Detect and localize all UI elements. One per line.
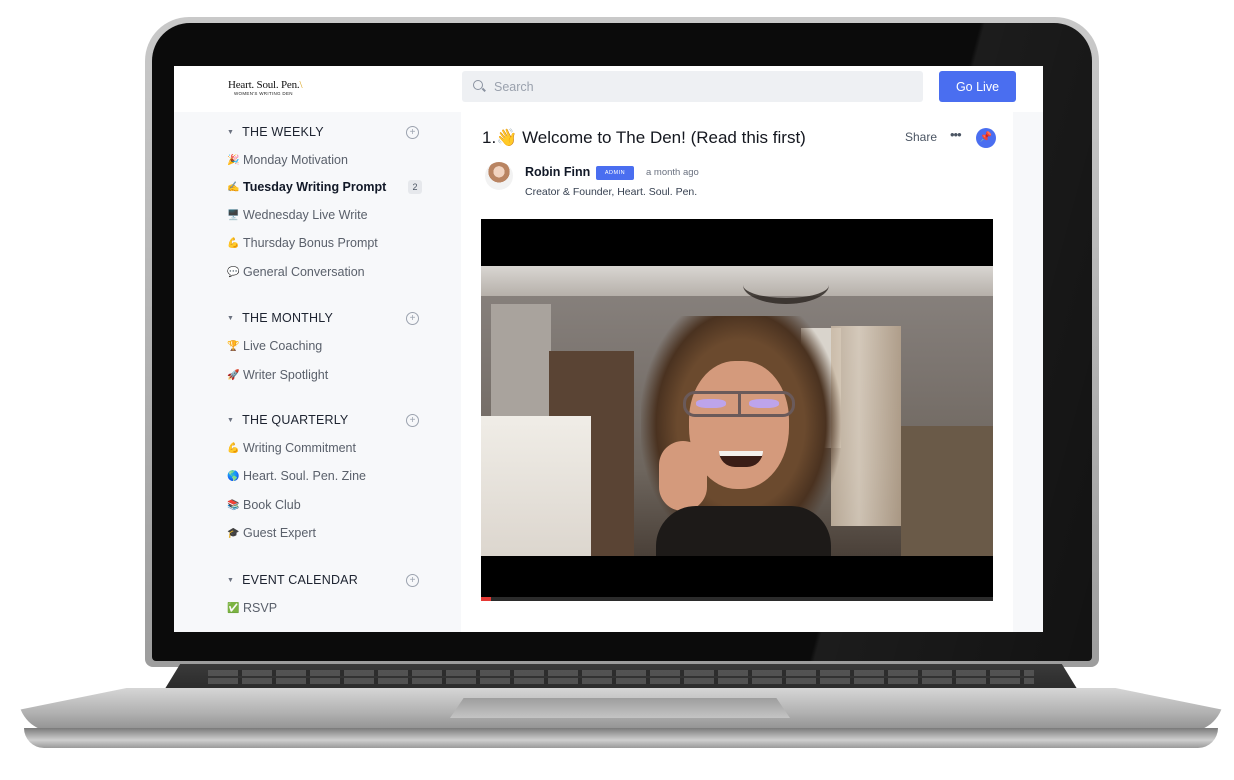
avatar[interactable] (485, 162, 513, 190)
sidebar-item-label: Tuesday Writing Prompt (243, 180, 387, 194)
glasses-lens (749, 399, 779, 408)
sidebar-item-tuesday-writing-prompt[interactable]: ✍️ Tuesday Writing Prompt (227, 178, 427, 196)
sidebar-item-general-conversation[interactable]: 💬 General Conversation (227, 263, 427, 281)
section-title: THE MONTHLY (242, 311, 334, 325)
sidebar-item-guest-expert[interactable]: 🎓 Guest Expert (227, 524, 427, 542)
sidebar-item-label: Guest Expert (243, 526, 316, 540)
plus-circle-icon[interactable]: + (406, 312, 419, 325)
logo[interactable]: Heart. Soul. Pen.\ WOMEN'S WRITING DEN (228, 80, 338, 102)
author-role: Creator & Founder, Heart. Soul. Pen. (525, 186, 698, 198)
logo-pen-icon: \ (299, 79, 303, 91)
sidebar-item-label: Monday Motivation (243, 153, 348, 167)
trackpad (450, 698, 790, 718)
sidebar-item-zine[interactable]: 🌎 Heart. Soul. Pen. Zine (227, 467, 427, 485)
section-title: EVENT CALENDAR (242, 573, 358, 587)
writing-hand-icon: ✍️ (227, 181, 240, 193)
section-title: THE WEEKLY (242, 125, 324, 139)
sidebar-item-live-coaching[interactable]: 🏆 Live Coaching (227, 337, 427, 355)
sidebar-item-book-club[interactable]: 📚 Book Club (227, 496, 427, 514)
post-timestamp: a month ago (646, 167, 699, 178)
graduation-cap-icon: 🎓 (227, 527, 240, 539)
caret-down-icon: ▼ (227, 314, 235, 322)
video-progress-bar[interactable] (481, 597, 993, 601)
flexed-biceps-icon: 💪 (227, 442, 240, 454)
section-header-quarterly[interactable]: ▼ THE QUARTERLY (227, 412, 427, 428)
sidebar-item-label: Heart. Soul. Pen. Zine (243, 469, 366, 483)
section-header-monthly[interactable]: ▼ THE MONTHLY (227, 310, 427, 326)
caret-down-icon: ▼ (227, 576, 235, 584)
logo-subtitle: WOMEN'S WRITING DEN (234, 91, 293, 96)
sidebar-item-thursday-bonus-prompt[interactable]: 💪 Thursday Bonus Prompt (227, 234, 427, 252)
plus-circle-icon[interactable]: + (406, 414, 419, 427)
sidebar-item-writer-spotlight[interactable]: 🚀 Writer Spotlight (227, 366, 427, 384)
keyboard-row (208, 678, 1034, 684)
search-icon (473, 80, 483, 90)
caret-down-icon: ▼ (227, 416, 235, 424)
video-frame (481, 266, 993, 556)
post-panel: 1.👋 Welcome to The Den! (Read this first… (461, 112, 1013, 632)
glasses-lens (696, 399, 726, 408)
sidebar-item-label: Live Coaching (243, 339, 323, 353)
curtain (831, 326, 901, 526)
sidebar-item-label: General Conversation (243, 265, 365, 279)
plus-circle-icon[interactable]: + (406, 574, 419, 587)
video-player[interactable] (481, 219, 993, 601)
hand (659, 441, 707, 511)
pin-icon[interactable]: 📌 (976, 128, 996, 148)
logo-title: Heart. Soul. Pen. (228, 79, 300, 91)
admin-badge: ADMIN (596, 166, 634, 180)
laptop-base (18, 664, 1224, 752)
keyboard-row (208, 670, 1034, 676)
sidebar-item-wednesday-live-write[interactable]: 🖥️ Wednesday Live Write (227, 206, 427, 224)
check-mark-icon: ✅ (227, 602, 240, 614)
books-icon: 📚 (227, 499, 240, 511)
laptop-base-foot (24, 728, 1218, 748)
unread-count-badge: 2 (408, 180, 422, 194)
post-title: 1.👋 Welcome to The Den! (Read this first… (482, 128, 806, 147)
section-header-event-calendar[interactable]: ▼ EVENT CALENDAR (227, 572, 427, 588)
section-header-weekly[interactable]: ▼ THE WEEKLY (227, 124, 427, 140)
rocket-icon: 🚀 (227, 369, 240, 381)
top-bar: Heart. Soul. Pen.\ WOMEN'S WRITING DEN G… (174, 66, 1043, 112)
video-progress-fill (481, 597, 492, 601)
go-live-button[interactable]: Go Live (939, 71, 1016, 102)
sidebar-item-label: Wednesday Live Write (243, 208, 368, 222)
desktop-computer-icon: 🖥️ (227, 209, 240, 221)
sidebar-item-writing-commitment[interactable]: 💪 Writing Commitment (227, 439, 427, 457)
sidebar-item-label: Thursday Bonus Prompt (243, 236, 378, 250)
search-input[interactable] (494, 71, 914, 102)
share-button[interactable]: Share (905, 130, 937, 144)
party-icon: 🎉 (227, 154, 240, 166)
more-horizontal-icon[interactable]: ••• (950, 127, 962, 142)
flexed-biceps-icon: 💪 (227, 237, 240, 249)
sidebar-item-label: Book Club (243, 498, 301, 512)
sidebar-item-label: Writer Spotlight (243, 368, 329, 382)
author-name[interactable]: Robin Finn (525, 165, 590, 179)
sidebar-item-label: Writing Commitment (243, 441, 356, 455)
chandelier (743, 266, 829, 304)
video-window (491, 304, 551, 424)
right-gutter (1013, 112, 1043, 632)
plus-circle-icon[interactable]: + (406, 126, 419, 139)
globe-icon: 🌎 (227, 470, 240, 482)
shirt (656, 506, 831, 556)
sidebar-item-rsvp[interactable]: ✅ RSVP (227, 599, 427, 617)
video-ceiling (481, 266, 993, 296)
section-title: THE QUARTERLY (242, 413, 349, 427)
sidebar-item-label: RSVP (243, 601, 278, 615)
sidebar: ▼ THE WEEKLY + 🎉 Monday Motivation ✍️ Tu… (174, 112, 461, 632)
app-screen: Heart. Soul. Pen.\ WOMEN'S WRITING DEN G… (174, 66, 1043, 632)
search-bar[interactable] (462, 71, 923, 102)
fireplace-mantel (481, 416, 591, 556)
chair (901, 426, 993, 556)
trophy-icon: 🏆 (227, 340, 240, 352)
caret-down-icon: ▼ (227, 128, 235, 136)
sidebar-item-monday-motivation[interactable]: 🎉 Monday Motivation (227, 151, 427, 169)
speech-bubble-icon: 💬 (227, 266, 240, 278)
